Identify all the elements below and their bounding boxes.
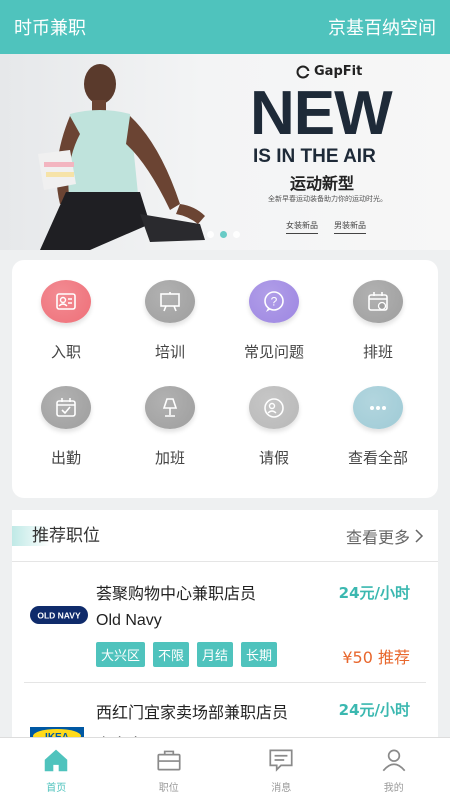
banner-link-men[interactable]: 男装新品: [334, 220, 366, 234]
recommended-jobs: 推荐职位 查看更多 OLD NAVY 荟聚购物中心兼职店员 Old Navy 2…: [12, 510, 438, 754]
grid-item-label: 入职: [50, 343, 81, 361]
chevron-right-icon: [415, 528, 424, 543]
onboard-icon: [41, 280, 91, 323]
grid-item-attendance[interactable]: 出勤: [14, 368, 118, 468]
bottom-tab-bar: 首页 职位 消息 我的: [0, 737, 450, 800]
gap-logo-icon: [296, 65, 310, 78]
svg-text:OLD NAVY: OLD NAVY: [37, 611, 81, 621]
grid-item-faq[interactable]: ? 常见问题: [222, 262, 326, 362]
top-bar: 时币兼职 京基百纳空间: [0, 0, 450, 54]
tab-briefcase[interactable]: 职位: [113, 738, 226, 800]
tag-requirement: 不限: [153, 642, 190, 667]
job-title: 荟聚购物中心兼职店员: [96, 584, 257, 603]
more-icon: [353, 386, 403, 429]
grid-item-label: 加班: [154, 449, 185, 467]
athlete-photo: [38, 64, 205, 250]
grid-item-training[interactable]: 培训: [118, 262, 222, 362]
svg-text:?: ?: [271, 294, 278, 308]
grid-item-label: 出勤: [50, 449, 81, 467]
grid-item-label: 排班: [362, 343, 393, 361]
grid-item-label: 培训: [154, 343, 185, 361]
tab-profile[interactable]: 我的: [338, 738, 450, 800]
job-tags: 大兴区 不限 月结 长期: [96, 642, 278, 667]
brand-logo: GapFit: [296, 64, 362, 79]
banner-link-women[interactable]: 女装新品: [286, 220, 318, 234]
tab-home[interactable]: 首页: [0, 738, 113, 800]
grid-item-label: 常见问题: [243, 343, 304, 361]
tag-duration: 长期: [241, 642, 278, 667]
oldnavy-logo: OLD NAVY: [30, 606, 88, 624]
grid-item-overtime[interactable]: 加班: [118, 368, 222, 468]
message-icon: [269, 749, 293, 772]
banner-tagline: 全新早春运动装备助力你的运动时光。: [268, 195, 387, 203]
grid-item-leave[interactable]: 请假: [222, 368, 326, 468]
section-title: 推荐职位: [12, 524, 100, 548]
grid-item-label: 请假: [258, 449, 289, 467]
job-title: 西红门宜家卖场部兼职店员: [96, 703, 289, 722]
tag-settlement: 月结: [197, 642, 234, 667]
view-more-link[interactable]: 查看更多: [346, 524, 424, 548]
grid-item-onboard[interactable]: 入职: [14, 262, 118, 362]
banner-subline-cn: 运动新型: [290, 174, 355, 193]
tab-label: 职位: [158, 782, 179, 794]
banner-subline: IS IN THE AIR: [253, 146, 376, 167]
hourly-pay: 24元/小时: [338, 701, 410, 719]
carousel-dots: [207, 231, 240, 238]
training-icon: [145, 280, 195, 323]
tab-message[interactable]: 消息: [225, 738, 338, 800]
grid-item-label: 查看全部: [347, 449, 408, 467]
tab-label: 我的: [383, 782, 404, 794]
tab-label: 首页: [46, 782, 67, 794]
faq-icon: ?: [249, 280, 299, 323]
grid-item-schedule[interactable]: 排班: [326, 262, 430, 362]
carousel-dot[interactable]: [233, 231, 240, 238]
banner-headline: NEW: [250, 79, 393, 148]
overtime-icon: [145, 386, 195, 429]
grid-item-more[interactable]: 查看全部: [326, 368, 430, 468]
referral-bonus: ¥50 推荐: [342, 648, 410, 667]
attendance-icon: [41, 386, 91, 429]
hourly-pay: 24元/小时: [338, 584, 410, 602]
company-name: Old Navy: [96, 612, 162, 629]
location-label[interactable]: 京基百纳空间: [328, 14, 436, 40]
carousel-dot[interactable]: [207, 231, 214, 238]
job-card[interactable]: OLD NAVY 荟聚购物中心兼职店员 Old Navy 24元/小时 大兴区 …: [12, 562, 438, 683]
carousel-dot[interactable]: [220, 231, 227, 238]
briefcase-icon: [157, 750, 181, 770]
home-icon: [45, 749, 68, 771]
tag-district: 大兴区: [96, 642, 146, 667]
app-title: 时币兼职: [14, 18, 86, 39]
profile-icon: [382, 749, 406, 771]
leave-icon: [249, 386, 299, 429]
tab-label: 消息: [271, 782, 292, 794]
schedule-icon: [353, 280, 403, 323]
feature-grid: 入职 培训? 常见问题 排班 出勤 加班 请假 查看全部: [12, 260, 438, 498]
promo-banner[interactable]: GapFit NEW IS IN THE AIR 运动新型 全新早春运动装备助力…: [0, 54, 450, 250]
